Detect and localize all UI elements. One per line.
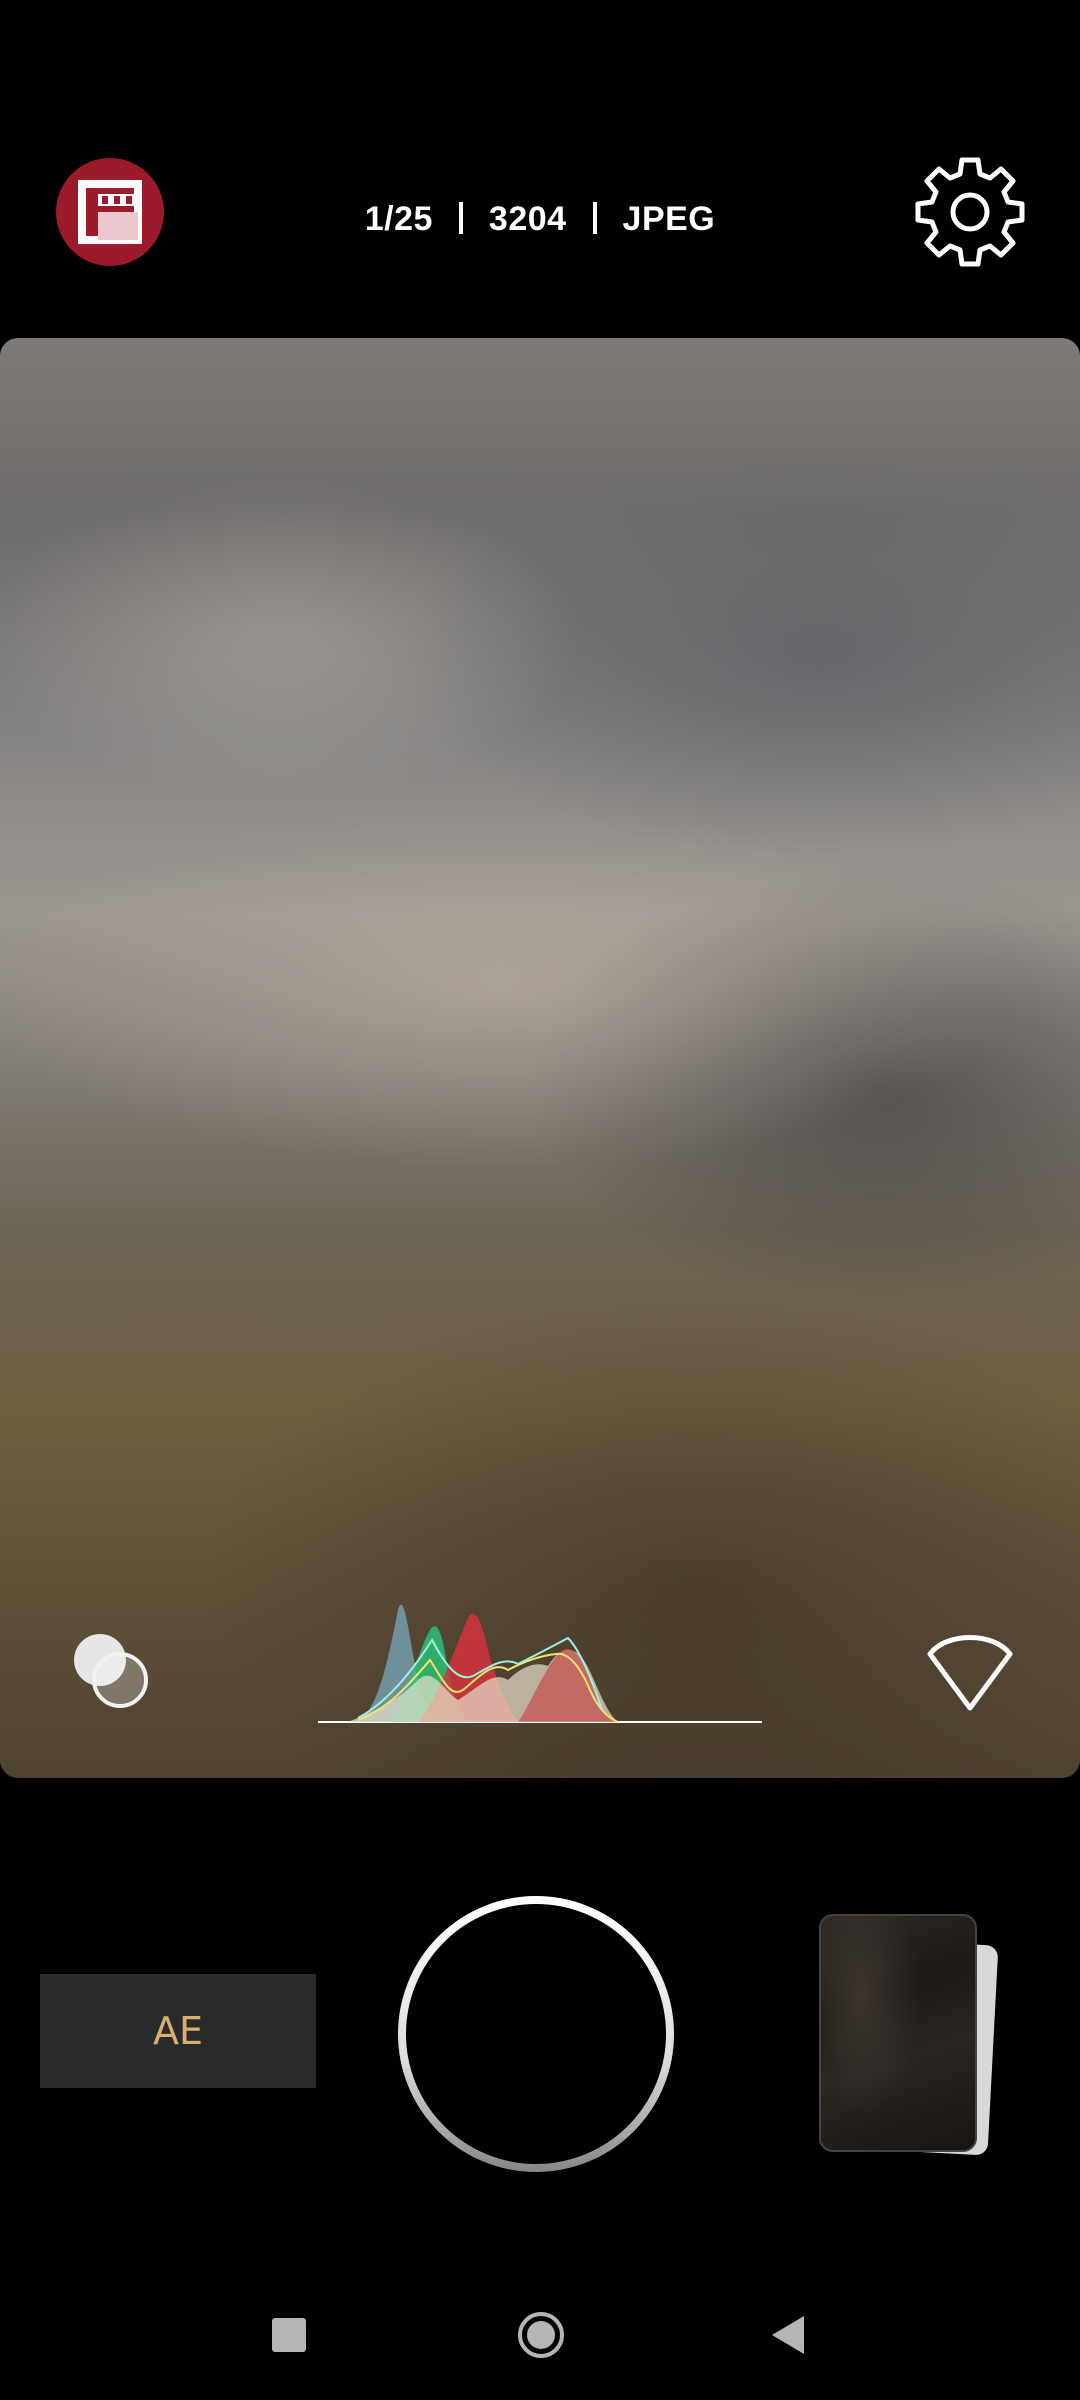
ae-button[interactable]: AE: [40, 1974, 316, 2088]
iso-value[interactable]: 3204: [489, 200, 567, 238]
histogram: [318, 1570, 762, 1726]
circle-icon[interactable]: [516, 2310, 566, 2360]
focus-diamond-icon[interactable]: [926, 1632, 1014, 1712]
separator: [592, 202, 597, 234]
settings-gear-icon[interactable]: [910, 152, 1030, 272]
file-format-value[interactable]: JPEG: [623, 200, 716, 238]
gallery-thumbnail[interactable]: [815, 1910, 1005, 2160]
triangle-back-icon[interactable]: [768, 2312, 808, 2358]
ae-label: AE: [152, 2009, 203, 2053]
top-bar: 1/25 3204 JPEG: [0, 0, 1080, 330]
overlay-circles-icon[interactable]: [68, 1628, 152, 1712]
separator: [458, 202, 463, 234]
last-photo-preview: [819, 1914, 977, 2152]
square-icon[interactable]: [272, 2318, 306, 2352]
shutter-button[interactable]: [392, 1890, 680, 2178]
shutter-speed-value[interactable]: 1/25: [365, 200, 433, 238]
camera-viewfinder[interactable]: [0, 338, 1080, 1778]
